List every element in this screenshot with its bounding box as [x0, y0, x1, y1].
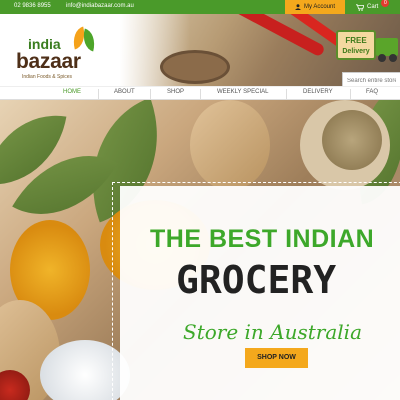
hero-headline-line2: GROCERY [176, 258, 337, 302]
search-input[interactable] [342, 72, 400, 86]
fennel-seeds-decoration [322, 110, 382, 170]
cart-icon [356, 3, 364, 11]
hero-headline-line3: Store in Australia [183, 320, 362, 344]
logo-tagline: Indian Foods & Spices [22, 74, 73, 80]
email-link[interactable]: info@indiabazaar.com.au [66, 3, 134, 9]
free-delivery-line2: Delivery [342, 48, 370, 55]
spice-bowl-decoration [160, 50, 230, 84]
logo-text-bazaar: bazaar [16, 50, 81, 73]
cart-label: Cart [367, 4, 379, 10]
nav-item-home[interactable]: HOME [63, 89, 81, 95]
my-account-button[interactable]: My Account [285, 0, 345, 14]
user-icon [294, 4, 301, 10]
nav-item-weekly-special[interactable]: WEEKLY SPECIAL [217, 89, 268, 95]
phone-number[interactable]: 02 9836 8955 [14, 3, 51, 9]
wheel-icon [389, 54, 397, 62]
nav-divider [150, 89, 151, 99]
free-delivery-badge: FREE Delivery [336, 30, 398, 70]
nav-item-delivery[interactable]: DELIVERY [303, 89, 333, 95]
nav-divider [200, 89, 201, 99]
wheel-icon [378, 54, 386, 62]
nav-item-about[interactable]: ABOUT [114, 89, 135, 95]
cart-count-badge: 0 [381, 0, 390, 7]
nav-divider [350, 89, 351, 99]
nav-divider [286, 89, 287, 99]
nav-item-faq[interactable]: FAQ [366, 89, 378, 95]
free-delivery-sign: FREE Delivery [336, 30, 376, 60]
my-account-label: My Account [303, 4, 335, 10]
cart-button[interactable]: Cart 0 [352, 0, 400, 14]
main-nav: HOME ABOUT SHOP WEEKLY SPECIAL DELIVERY … [0, 86, 400, 100]
free-delivery-line1: FREE [345, 36, 367, 45]
site-logo[interactable]: india bazaar Indian Foods & Spices [14, 26, 99, 82]
wooden-spoon-decoration [190, 100, 270, 190]
truck-icon [376, 38, 398, 56]
hero-headline-line1: THE BEST INDIAN [150, 225, 375, 253]
nav-divider [98, 89, 99, 99]
shop-now-button[interactable]: SHOP NOW [245, 348, 308, 368]
top-bar: 02 9836 8955 info@indiabazaar.com.au My … [0, 0, 400, 14]
nav-item-shop[interactable]: SHOP [167, 89, 184, 95]
site-header: india bazaar Indian Foods & Spices FREE … [0, 14, 400, 86]
